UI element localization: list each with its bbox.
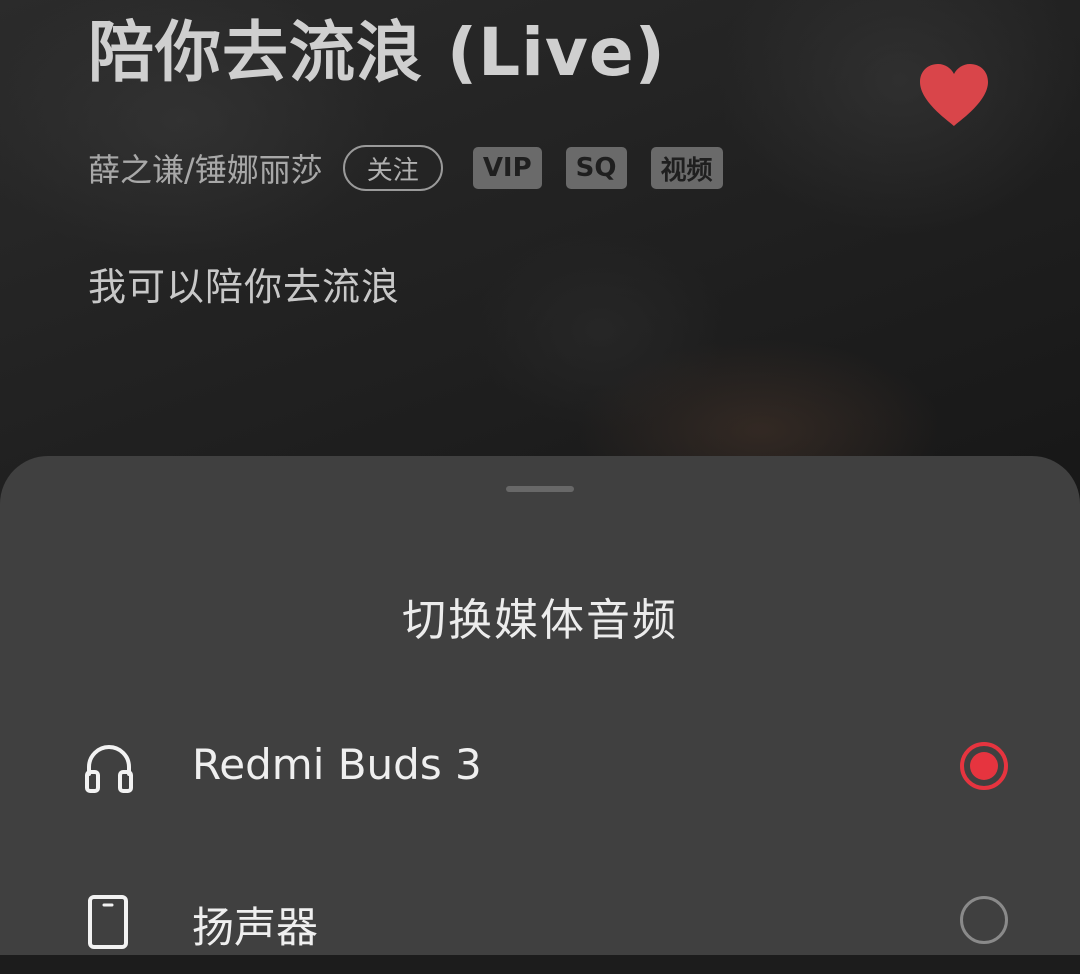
- output-option-speaker[interactable]: 扬声器: [0, 864, 1080, 974]
- radio-unselected[interactable]: [960, 896, 1008, 944]
- sheet-drag-handle[interactable]: [506, 486, 574, 492]
- output-option-label: Redmi Buds 3: [192, 740, 482, 789]
- output-option-label: 扬声器: [192, 903, 319, 952]
- artist-name[interactable]: 薛之谦/锤娜丽莎: [88, 145, 323, 191]
- heart-icon[interactable]: [914, 60, 994, 130]
- radio-selected[interactable]: [960, 742, 1008, 790]
- phone-icon: [88, 895, 128, 949]
- headphones-icon: [85, 745, 133, 793]
- song-title: 陪你去流浪 (Live): [88, 14, 666, 91]
- heart-shape: [920, 64, 988, 126]
- audio-output-sheet: 切换媒体音频 Redmi Buds 3 扬声器: [0, 456, 1080, 955]
- sheet-title: 切换媒体音频: [402, 595, 678, 646]
- artist-row: 薛之谦/锤娜丽莎 关注 VIP SQ 视频: [88, 140, 723, 196]
- video-badge[interactable]: 视频: [650, 147, 723, 189]
- vip-badge: VIP: [472, 147, 542, 189]
- sq-badge: SQ: [565, 147, 627, 189]
- current-lyric: 我可以陪你去流浪: [88, 265, 401, 309]
- output-option-bluetooth[interactable]: Redmi Buds 3: [0, 712, 1080, 822]
- follow-button[interactable]: 关注: [342, 145, 443, 191]
